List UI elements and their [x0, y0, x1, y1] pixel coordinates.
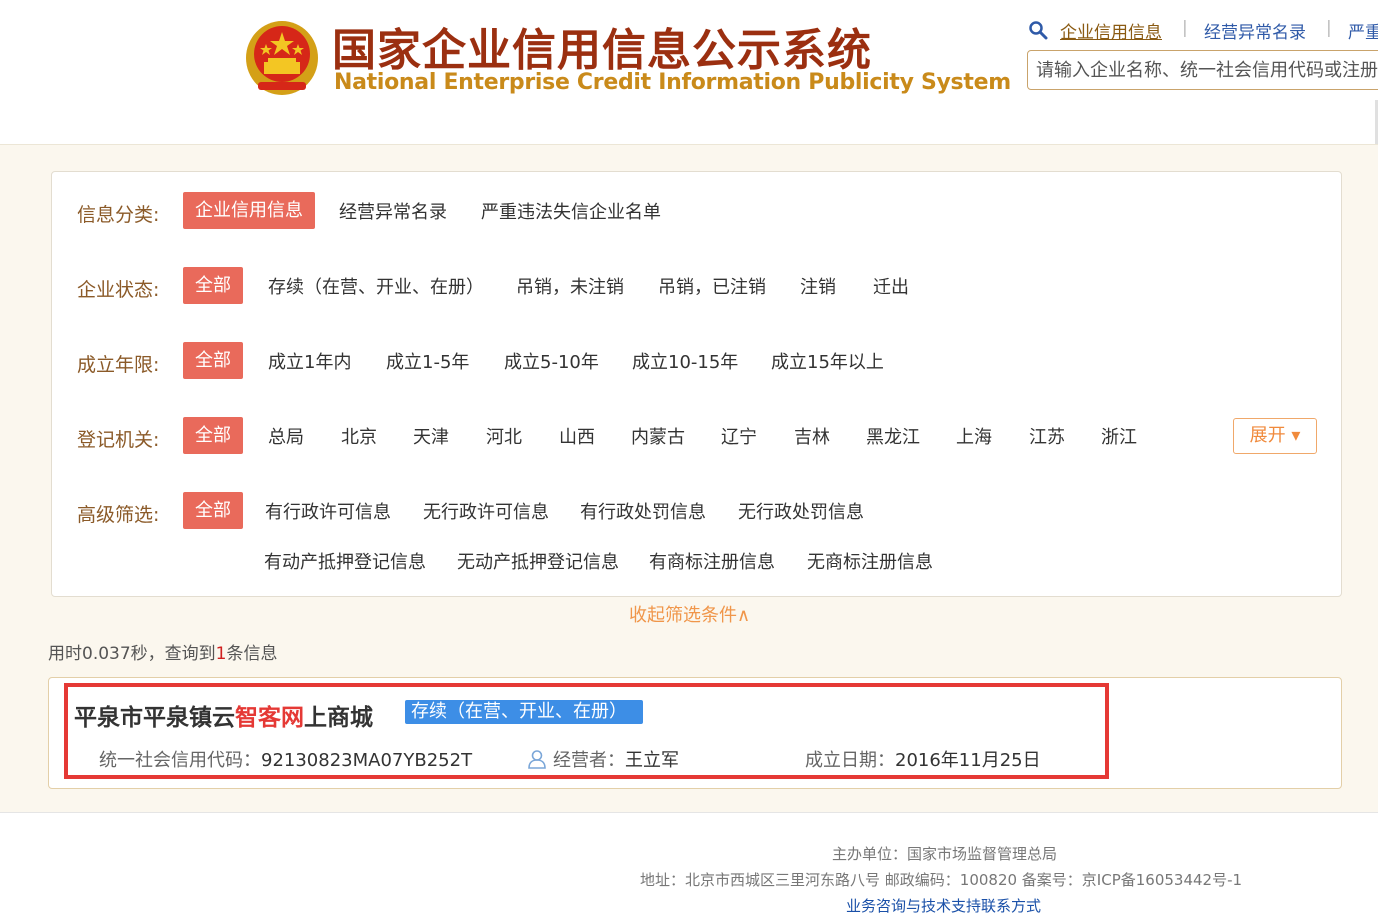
company-name-part: 平泉市平泉镇云 — [74, 705, 235, 731]
nav-separator: | — [1182, 18, 1188, 38]
filter-option-status[interactable]: 存续（在营、开业、在册） — [268, 273, 484, 299]
filter-option-advanced[interactable]: 有动产抵押登记信息 — [264, 548, 426, 574]
operator-value: 王立军 — [625, 750, 679, 771]
site-title: 国家企业信用信息公示系统 — [332, 25, 872, 76]
filter-option-authority[interactable]: 浙江 — [1101, 423, 1137, 449]
nav-separator: | — [1326, 18, 1332, 38]
filter-option-advanced[interactable]: 无行政许可信息 — [423, 498, 549, 524]
filter-option-status[interactable]: 迁出 — [873, 273, 909, 299]
filter-label: 高级筛选: — [77, 504, 160, 526]
filter-option-years[interactable]: 成立5-10年 — [504, 348, 599, 374]
site-subtitle: National Enterprise Credit Information P… — [334, 70, 1011, 95]
filter-option-authority[interactable]: 吉林 — [794, 423, 830, 449]
filter-option-advanced[interactable]: 无行政处罚信息 — [738, 498, 864, 524]
filter-option-status[interactable]: 吊销，已注销 — [658, 273, 766, 299]
status-badge: 存续（在营、开业、在册） — [405, 700, 643, 724]
result-card[interactable]: 平泉市平泉镇云智客网上商城 存续（在营、开业、在册） 统一社会信用代码：9213… — [48, 677, 1342, 789]
filter-option-abnormal-list[interactable]: 经营异常名录 — [339, 198, 447, 224]
filter-row-status: 企业状态: 全部 存续（在营、开业、在册） 吊销，未注销 吊销，已注销 注销 迁… — [52, 267, 1343, 307]
search-icon[interactable] — [1028, 20, 1048, 40]
filter-option-advanced[interactable]: 有商标注册信息 — [649, 548, 775, 574]
filter-panel: 信息分类: 企业信用信息 经营异常名录 严重违法失信企业名单 企业状态: 全部 … — [51, 171, 1342, 597]
filter-label: 信息分类: — [77, 204, 160, 226]
filter-row-advanced-2: 有动产抵押登记信息 无动产抵押登记信息 有商标注册信息 无商标注册信息 — [52, 542, 1343, 582]
operator-label: 经营者： — [553, 750, 625, 771]
search-box — [1027, 50, 1378, 90]
filter-row-years: 成立年限: 全部 成立1年内 成立1-5年 成立5-10年 成立10-15年 成… — [52, 342, 1343, 382]
filter-option-status[interactable]: 吊销，未注销 — [516, 273, 624, 299]
stats-suffix: 条信息 — [226, 644, 278, 664]
filter-label: 成立年限: — [77, 354, 160, 376]
credit-code-field: 统一社会信用代码：92130823MA07YB252T — [99, 746, 472, 772]
stats-prefix: 用时0.037秒，查询到 — [48, 644, 216, 664]
credit-code-value: 92130823MA07YB252T — [261, 750, 473, 771]
credit-code-label: 统一社会信用代码： — [99, 750, 261, 771]
search-input[interactable] — [1028, 51, 1378, 89]
filter-option-authority[interactable]: 内蒙古 — [631, 423, 685, 449]
main-content: 信息分类: 企业信用信息 经营异常名录 严重违法失信企业名单 企业状态: 全部 … — [0, 144, 1378, 813]
site-header: 国家企业信用信息公示系统 National Enterprise Credit … — [0, 0, 1378, 320]
filter-option-advanced[interactable]: 无动产抵押登记信息 — [457, 548, 619, 574]
filter-option-authority[interactable]: 山西 — [559, 423, 595, 449]
filter-option-authority[interactable]: 河北 — [486, 423, 522, 449]
collapse-filters-link[interactable]: 收起筛选条件∧ — [629, 601, 750, 627]
footer-contact-link[interactable]: 业务咨询与技术支持联系方式 — [846, 895, 1041, 916]
filter-option-credit-info[interactable]: 企业信用信息 — [183, 192, 315, 229]
filter-option-advanced[interactable]: 无商标注册信息 — [807, 548, 933, 574]
filter-label: 登记机关: — [77, 429, 160, 451]
filter-option-authority[interactable]: 总局 — [268, 423, 304, 449]
company-name-link[interactable]: 平泉市平泉镇云智客网上商城 — [74, 698, 373, 732]
filter-option-years[interactable]: 成立1-5年 — [386, 348, 469, 374]
nav-serious-violation[interactable]: 严重 — [1348, 18, 1378, 43]
filter-option-authority[interactable]: 天津 — [413, 423, 449, 449]
established-date-field: 成立日期：2016年11月25日 — [805, 746, 1041, 772]
company-name-part: 上商城 — [304, 705, 373, 731]
established-date-value: 2016年11月25日 — [895, 750, 1041, 771]
expand-button[interactable]: 展开 ▾ — [1233, 418, 1317, 454]
filter-row-authority: 登记机关: 全部 总局 北京 天津 河北 山西 内蒙古 辽宁 吉林 黑龙江 上海… — [52, 417, 1343, 457]
filter-option-years[interactable]: 成立15年以上 — [771, 348, 884, 374]
filter-option-status[interactable]: 注销 — [800, 273, 836, 299]
filter-option-authority[interactable]: 上海 — [956, 423, 992, 449]
result-stats: 用时0.037秒，查询到1条信息 — [48, 639, 278, 664]
filter-row-advanced: 高级筛选: 全部 有行政许可信息 无行政许可信息 有行政处罚信息 无行政处罚信息 — [52, 492, 1343, 532]
filter-option-advanced[interactable]: 有行政许可信息 — [265, 498, 391, 524]
filter-option-authority[interactable]: 辽宁 — [721, 423, 757, 449]
person-icon — [528, 750, 546, 769]
filter-option-authority[interactable]: 黑龙江 — [866, 423, 920, 449]
site-footer: 主办单位：国家市场监督管理总局 地址：北京市西城区三里河东路八号 邮政编码：10… — [0, 812, 1378, 919]
filter-option-all[interactable]: 全部 — [183, 267, 243, 304]
filter-option-advanced[interactable]: 有行政处罚信息 — [580, 498, 706, 524]
national-emblem-icon — [246, 21, 318, 95]
filter-option-all[interactable]: 全部 — [183, 342, 243, 379]
established-date-label: 成立日期： — [805, 750, 895, 771]
footer-sponsor: 主办单位：国家市场监督管理总局 — [832, 845, 1058, 863]
filter-option-all[interactable]: 全部 — [183, 417, 243, 454]
result-count: 1 — [215, 644, 227, 664]
filter-label: 企业状态: — [77, 279, 160, 301]
filter-option-years[interactable]: 成立10-15年 — [632, 348, 738, 374]
filter-option-serious-violation[interactable]: 严重违法失信企业名单 — [481, 198, 661, 224]
filter-row-category: 信息分类: 企业信用信息 经营异常名录 严重违法失信企业名单 — [52, 192, 1343, 232]
nav-abnormal-list[interactable]: 经营异常名录 — [1204, 18, 1306, 43]
nav-credit-info[interactable]: 企业信用信息 — [1060, 18, 1162, 43]
operator-field: 经营者：王立军 — [527, 746, 679, 772]
footer-address: 地址：北京市西城区三里河东路八号 邮政编码：100820 备案号：京ICP备16… — [640, 871, 1243, 889]
filter-option-years[interactable]: 成立1年内 — [268, 348, 351, 374]
filter-option-authority[interactable]: 江苏 — [1029, 423, 1065, 449]
company-name-highlight: 智客网 — [235, 705, 304, 731]
filter-option-all[interactable]: 全部 — [183, 492, 243, 529]
filter-option-authority[interactable]: 北京 — [341, 423, 377, 449]
